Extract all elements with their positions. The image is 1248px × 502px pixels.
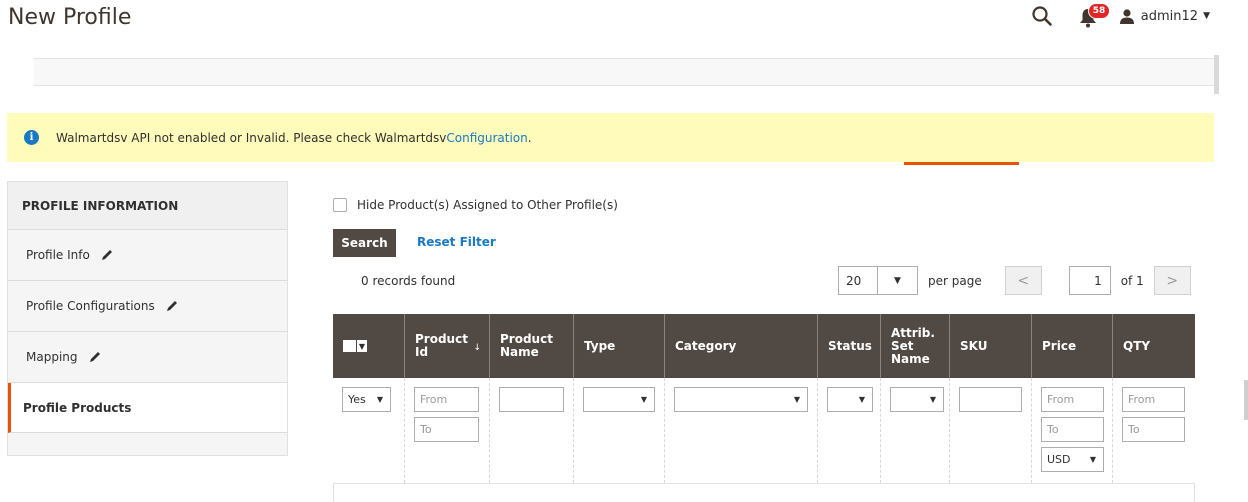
filter-sku xyxy=(950,378,1032,483)
header-actions: 58 admin12 ▼ xyxy=(1031,3,1210,28)
grid-filter-row: Yes ▼ From To ▼ ▼ ▼ ▼ From To USD ▼ From… xyxy=(333,378,1195,484)
grid-controls: Hide Product(s) Assigned to Other Profil… xyxy=(333,198,618,288)
filter-product-id: From To xyxy=(405,378,490,483)
sidebar-title: PROFILE INFORMATION xyxy=(8,182,287,230)
search-button[interactable]: Search xyxy=(333,229,396,257)
header-scrollbar[interactable] xyxy=(1214,55,1219,94)
warning-message: i Walmartdsv API not enabled or Invalid.… xyxy=(7,113,1214,162)
sidebar-item-label: Profile Products xyxy=(23,400,132,415)
per-page-label: per page xyxy=(928,273,982,288)
pencil-icon xyxy=(166,301,177,311)
page-title: New Profile xyxy=(8,5,132,30)
grid-header: ▼ Product Id ↓ Product Name Type Categor… xyxy=(333,314,1195,378)
filter-type: ▼ xyxy=(574,378,665,483)
price-from-input[interactable]: From xyxy=(1041,387,1104,412)
user-icon xyxy=(1119,9,1134,24)
user-menu[interactable]: admin12 ▼ xyxy=(1119,8,1210,24)
notifications-bell[interactable]: 58 xyxy=(1079,3,1111,28)
chevron-down-icon: ▼ xyxy=(1203,11,1210,21)
search-icon[interactable] xyxy=(1031,5,1053,27)
current-page-input[interactable]: 1 xyxy=(1068,266,1111,295)
records-found: 0 records found xyxy=(361,274,456,288)
chevron-down-icon: ▼ xyxy=(356,340,367,352)
massaction-filter-select[interactable]: Yes ▼ xyxy=(342,387,391,412)
column-header-attrib-set-name[interactable]: Attrib. Set Name xyxy=(881,314,950,378)
per-page-dropdown-button[interactable]: ▼ xyxy=(878,266,918,295)
notifications-count-badge: 58 xyxy=(1087,3,1111,19)
massaction-header: ▼ xyxy=(333,314,405,378)
sidebar-item-profile-configurations[interactable]: Profile Configurations xyxy=(8,281,287,332)
total-pages-label: of 1 xyxy=(1120,273,1144,288)
massaction-select[interactable]: ▼ xyxy=(343,340,367,352)
filter-qty: From To xyxy=(1113,378,1195,483)
column-header-qty[interactable]: QTY xyxy=(1113,314,1195,378)
sidebar-item-label: Profile Info xyxy=(26,248,90,262)
chevron-down-icon: ▼ xyxy=(376,395,383,404)
type-filter-select[interactable]: ▼ xyxy=(583,387,655,412)
page-actions-bar xyxy=(34,58,1214,86)
sort-arrow-icon: ↓ xyxy=(473,343,481,353)
sidebar-item-profile-products[interactable]: Profile Products xyxy=(8,383,287,433)
hide-assigned-option: Hide Product(s) Assigned to Other Profil… xyxy=(333,198,618,212)
column-header-product-name[interactable]: Product Name xyxy=(490,314,574,378)
attrib-set-filter-select[interactable]: ▼ xyxy=(890,387,944,412)
hide-assigned-label: Hide Product(s) Assigned to Other Profil… xyxy=(357,198,618,212)
column-header-sku[interactable]: SKU xyxy=(950,314,1032,378)
column-header-product-id[interactable]: Product Id ↓ xyxy=(405,314,490,378)
chevron-down-icon: ▼ xyxy=(793,395,800,404)
chevron-down-icon: ▼ xyxy=(640,395,647,404)
chevron-down-icon: ▼ xyxy=(929,395,936,404)
pager: 20 ▼ per page < 1 of 1 > xyxy=(838,266,1191,295)
products-grid: ▼ Product Id ↓ Product Name Type Categor… xyxy=(333,314,1195,502)
filter-attrib-set: ▼ xyxy=(881,378,950,483)
previous-page-button[interactable]: < xyxy=(1004,266,1042,295)
filter-massaction: Yes ▼ xyxy=(333,378,405,483)
pencil-icon xyxy=(89,352,100,362)
product-id-from-input[interactable]: From xyxy=(414,387,479,412)
user-name: admin12 xyxy=(1140,8,1199,24)
filter-product-name xyxy=(490,378,574,483)
page-scrollbar[interactable] xyxy=(1244,380,1248,420)
currency-select[interactable]: USD ▼ xyxy=(1041,447,1104,472)
column-header-type[interactable]: Type xyxy=(574,314,665,378)
filter-category: ▼ xyxy=(665,378,818,483)
product-id-to-input[interactable]: To xyxy=(414,417,479,442)
qty-from-input[interactable]: From xyxy=(1122,387,1185,412)
chevron-down-icon: ▼ xyxy=(1089,455,1096,464)
product-name-filter-input[interactable] xyxy=(499,387,564,412)
filter-status: ▼ xyxy=(818,378,881,483)
active-tab-indicator xyxy=(904,162,1019,165)
profile-sidebar: PROFILE INFORMATION Profile Info Profile… xyxy=(7,181,288,456)
status-filter-select[interactable]: ▼ xyxy=(827,387,873,412)
qty-to-input[interactable]: To xyxy=(1122,417,1185,442)
sku-filter-input[interactable] xyxy=(959,387,1022,412)
chevron-down-icon: ▼ xyxy=(858,395,865,404)
category-filter-select[interactable]: ▼ xyxy=(674,387,808,412)
per-page-value[interactable]: 20 xyxy=(838,266,878,295)
configuration-link[interactable]: Configuration xyxy=(446,131,527,145)
filter-price: From To USD ▼ xyxy=(1032,378,1113,483)
column-header-price[interactable]: Price xyxy=(1032,314,1113,378)
message-text: Walmartdsv API not enabled or Invalid. P… xyxy=(56,130,447,145)
sidebar-item-label: Profile Configurations xyxy=(26,299,155,313)
hide-assigned-checkbox[interactable] xyxy=(333,198,347,212)
column-header-status[interactable]: Status xyxy=(818,314,881,378)
sidebar-item-mapping[interactable]: Mapping xyxy=(8,332,287,383)
sidebar-item-label: Mapping xyxy=(26,350,78,364)
message-suffix: . xyxy=(527,130,532,145)
info-icon: i xyxy=(24,130,39,145)
chevron-down-icon: ▼ xyxy=(894,275,901,286)
next-page-button[interactable]: > xyxy=(1153,266,1191,295)
column-header-category[interactable]: Category xyxy=(665,314,818,378)
pencil-icon xyxy=(101,250,112,260)
reset-filter-button[interactable]: Reset Filter xyxy=(417,235,496,249)
price-to-input[interactable]: To xyxy=(1041,417,1104,442)
sidebar-item-profile-info[interactable]: Profile Info xyxy=(8,230,287,281)
grid-body xyxy=(333,484,1195,502)
